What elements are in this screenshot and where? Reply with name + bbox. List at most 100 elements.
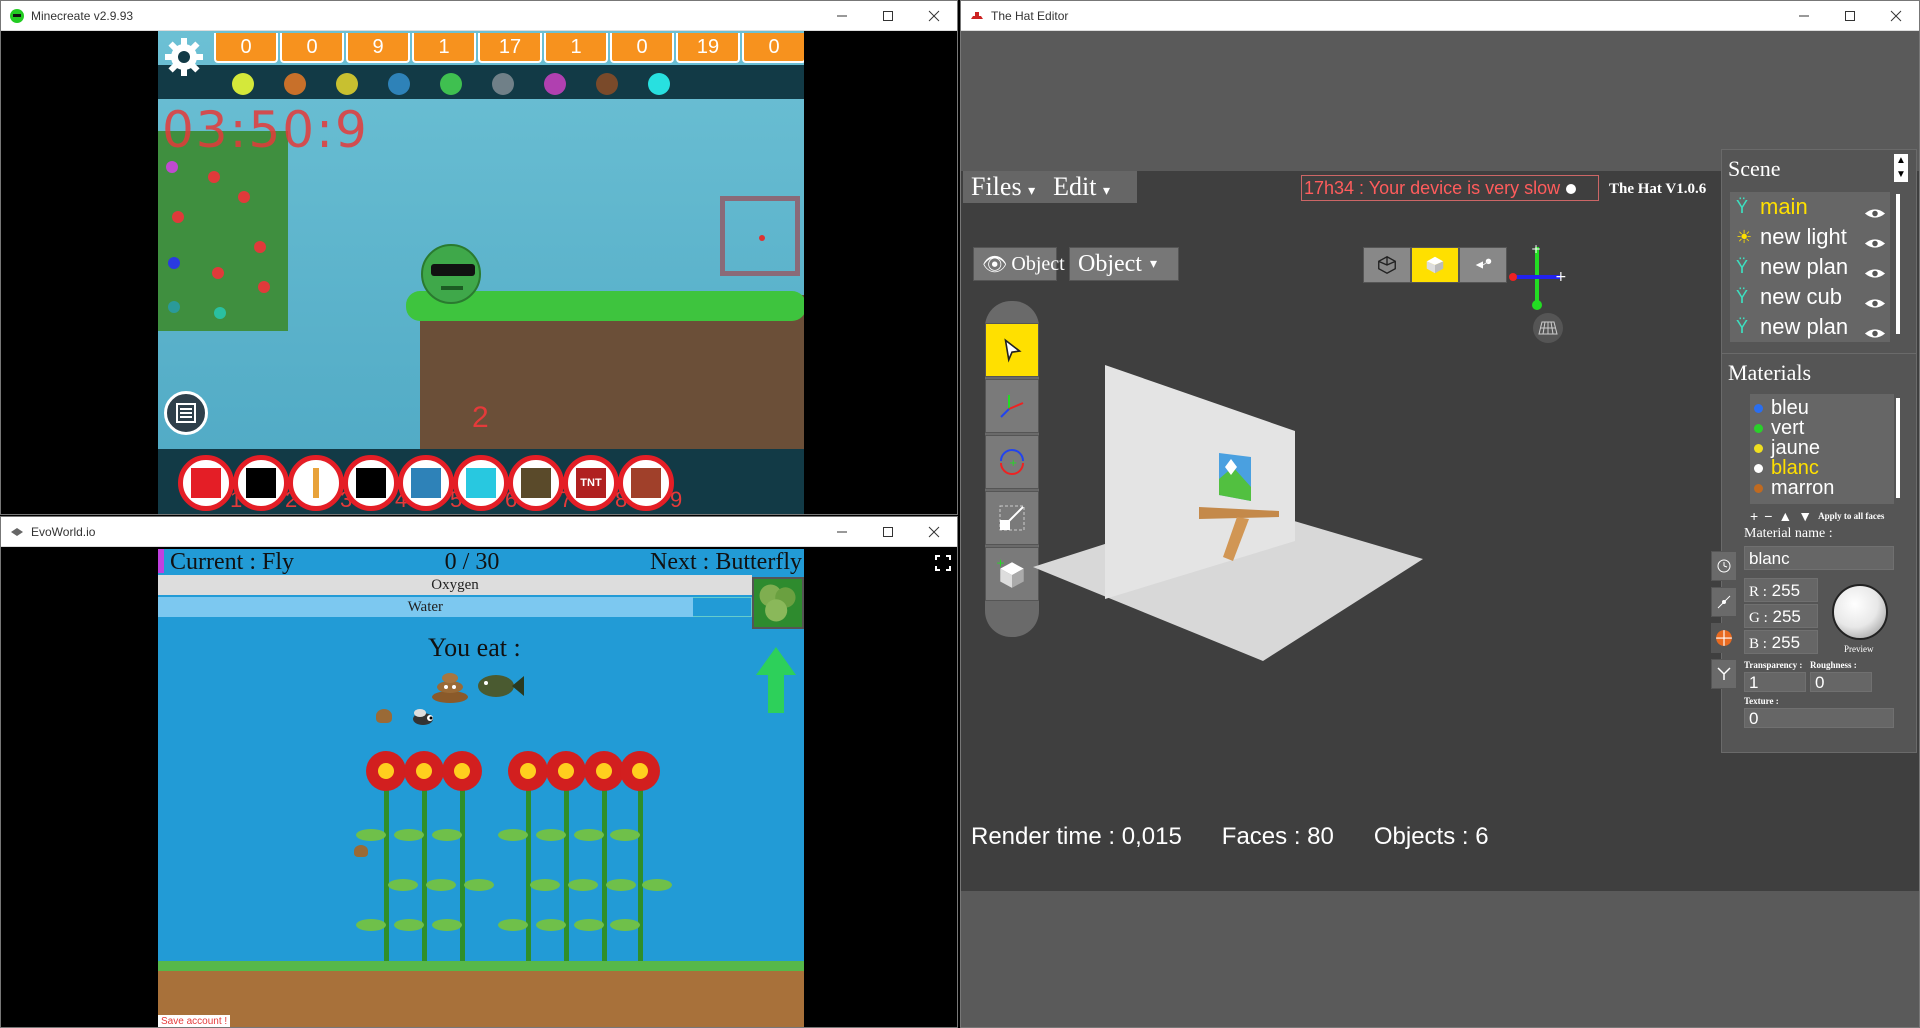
hotbar-slot-7[interactable] [508, 455, 564, 511]
minecreate-game-canvas[interactable]: 0 0 9 1 17 1 0 19 0 03:50:9 2 1 2 3 4 5 6 7 TNT 8 9 [158, 31, 804, 514]
rendered-mode-button[interactable] [1459, 247, 1507, 283]
evoworld-titlebar[interactable]: EvoWorld.io [1, 517, 957, 547]
maximize-button[interactable] [1827, 1, 1873, 31]
fly-creature[interactable] [408, 707, 438, 732]
animation-tab-icon[interactable] [1711, 587, 1737, 617]
hat-titlebar[interactable]: The Hat Editor [961, 1, 1919, 31]
render-stats: Render time : 0,015 Faces : 80 Objects :… [971, 823, 1489, 851]
hotbar-slot-3[interactable] [288, 455, 344, 511]
evoworld-app-icon [9, 524, 25, 540]
minimap[interactable] [752, 577, 804, 629]
maximize-button[interactable] [865, 517, 911, 547]
eye-icon[interactable] [1864, 200, 1888, 218]
red-input[interactable]: R : 255 [1744, 578, 1818, 602]
hotbar-slot-8[interactable]: TNT [563, 455, 619, 511]
eye-icon[interactable] [1864, 230, 1888, 248]
eye-icon[interactable] [1864, 260, 1888, 278]
fullscreen-icon[interactable] [935, 555, 951, 571]
flower-leaf [388, 879, 418, 891]
files-menu[interactable]: Files ▾ [971, 172, 1035, 202]
material-scrollbar[interactable] [1896, 398, 1900, 498]
green-label: G : [1749, 610, 1768, 626]
hotbar-slot-6[interactable] [453, 455, 509, 511]
material-item[interactable]: bleu [1750, 397, 1894, 419]
solid-mode-button[interactable] [1411, 247, 1459, 283]
inventory-menu-button[interactable] [164, 391, 208, 435]
material-name-input[interactable]: blanc [1744, 546, 1894, 570]
you-eat-label: You eat : [428, 633, 521, 662]
minecreate-titlebar[interactable]: Minecreate v2.9.93 [1, 1, 957, 31]
object-icon: Ÿ [1736, 317, 1749, 337]
hotbar-slot-2[interactable] [233, 455, 289, 511]
hierarchy-tab-icon[interactable] [1711, 659, 1737, 689]
mode-select[interactable]: Object ▾ [1069, 247, 1179, 281]
move-up-button[interactable]: ▲ [1778, 508, 1792, 524]
poop-ground-icon [354, 845, 368, 857]
close-button[interactable] [1873, 1, 1919, 31]
evoworld-game-canvas[interactable]: Current : Fly 0 / 30 Next : Butterfly Ox… [158, 549, 804, 1027]
eye-icon[interactable] [1864, 290, 1888, 308]
scene-item[interactable]: Ÿnew plan [1730, 312, 1890, 342]
close-button[interactable] [911, 1, 957, 31]
color-dot-icon [1754, 483, 1763, 493]
flower-head [442, 751, 482, 791]
material-item[interactable]: blanc [1750, 457, 1894, 479]
files-menu-label: Files [971, 172, 1022, 201]
axis-gizmo[interactable]: + + [1507, 242, 1567, 313]
apply-all-faces-button[interactable]: Apply to all faces [1818, 511, 1884, 521]
remove-material-button[interactable]: − [1764, 508, 1772, 524]
maximize-button[interactable] [865, 1, 911, 31]
texture-input[interactable]: 0 [1744, 708, 1894, 728]
flower-leaf [356, 829, 386, 841]
wireframe-mode-button[interactable] [1363, 247, 1411, 283]
minimize-button[interactable] [819, 1, 865, 31]
scene-scrollbar[interactable] [1896, 194, 1900, 334]
save-account-link[interactable]: Save account ! [158, 1015, 231, 1027]
material-item[interactable]: jaune [1750, 437, 1894, 459]
scene-item[interactable]: Ÿnew plan [1730, 252, 1890, 282]
hotbar-slot-9[interactable] [618, 455, 674, 511]
minimize-button[interactable] [819, 517, 865, 547]
oxygen-label: Oxygen [431, 577, 479, 593]
counter-3: 9 [346, 33, 410, 63]
hotbar-slot-5[interactable] [398, 455, 454, 511]
ore-indicator-4 [388, 73, 410, 95]
ore-indicator-3 [336, 73, 358, 95]
green-input[interactable]: G : 255 [1744, 604, 1818, 628]
eye-icon[interactable] [1864, 320, 1888, 338]
minimize-button[interactable] [1781, 1, 1827, 31]
scene-scroll-arrows[interactable]: ▲ ▼ [1894, 154, 1908, 182]
counter-7: 0 [610, 33, 674, 63]
scene-item[interactable]: Ÿmain [1730, 192, 1890, 222]
target-reticle[interactable] [720, 196, 800, 276]
flower-stem [422, 787, 427, 961]
roughness-label: Roughness : [1810, 660, 1857, 670]
grid-toggle-icon[interactable] [1533, 313, 1563, 343]
material-tab-icon[interactable] [1711, 623, 1737, 653]
svg-text:+: + [1531, 243, 1541, 256]
3d-viewport[interactable]: 👁 Object Object ▾ + + + + Render time: … [963, 207, 1711, 891]
close-button[interactable] [911, 517, 957, 547]
blue-input[interactable]: B : 255 [1744, 630, 1818, 654]
history-tab-icon[interactable] [1711, 551, 1737, 581]
material-list: bleu vert jaune blanc marron [1750, 394, 1894, 504]
move-down-button[interactable]: ▼ [1798, 508, 1812, 524]
counter-8: 19 [676, 33, 740, 63]
material-item[interactable]: vert [1750, 417, 1894, 439]
transparency-input[interactable]: 1 [1744, 672, 1806, 692]
object-visibility-toggle[interactable]: 👁 Object [973, 247, 1065, 281]
material-item[interactable]: marron [1750, 477, 1894, 499]
oxygen-bar: Oxygen [158, 575, 752, 595]
scene-item[interactable]: Ÿnew cub [1730, 282, 1890, 312]
roughness-input[interactable]: 0 [1810, 672, 1872, 692]
add-material-button[interactable]: + [1750, 508, 1758, 524]
hotbar-slot-4[interactable] [343, 455, 399, 511]
tnt-icon: TNT [576, 468, 606, 498]
minecreate-app-icon [9, 8, 25, 24]
ore-indicator-9 [648, 73, 670, 95]
ore-indicator-2 [284, 73, 306, 95]
edit-menu[interactable]: Edit ▾ [1053, 172, 1110, 202]
hotbar-slot-1[interactable] [178, 455, 234, 511]
settings-gear-icon[interactable] [164, 37, 204, 77]
scene-item[interactable]: ☀ new light [1730, 222, 1890, 252]
